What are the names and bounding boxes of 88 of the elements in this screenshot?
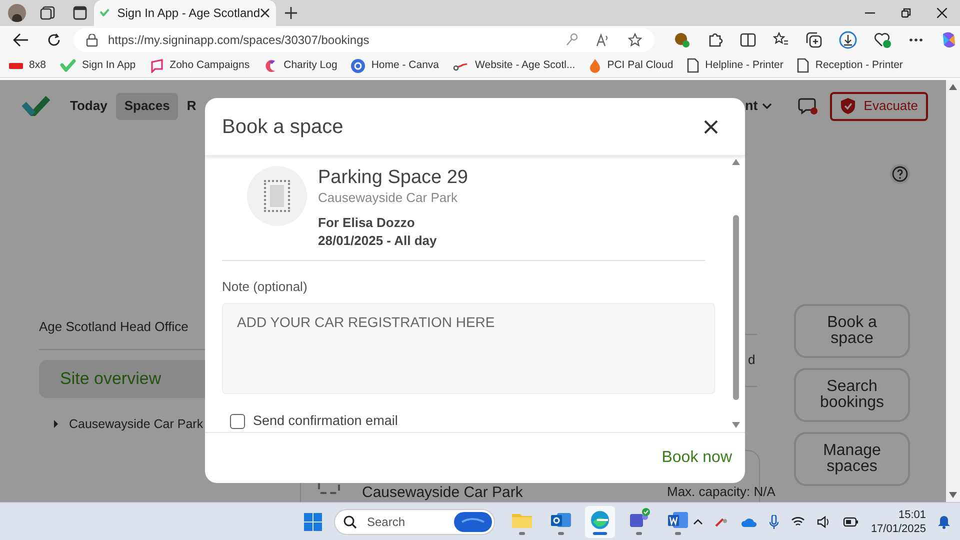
booking-date: 28/01/2025 - All day xyxy=(318,232,438,250)
scroll-down-icon[interactable] xyxy=(732,422,740,428)
flame-icon[interactable] xyxy=(589,58,602,72)
profile-avatar[interactable] xyxy=(8,4,26,22)
tray-app-icon[interactable] xyxy=(714,516,729,528)
read-aloud-icon[interactable] xyxy=(596,33,610,47)
bookmark[interactable]: Charity Log xyxy=(264,58,338,74)
book-now-button[interactable]: Book now xyxy=(662,446,732,470)
chevron-down-icon[interactable] xyxy=(762,103,772,109)
close-icon[interactable] xyxy=(260,8,270,18)
action-button[interactable]: Book a space xyxy=(794,304,910,358)
scroll-down-icon[interactable] xyxy=(949,492,957,498)
taskbar-search[interactable]: Search xyxy=(334,508,495,534)
chat-icon[interactable] xyxy=(150,58,164,72)
bookmark[interactable]: Helpline - Printer xyxy=(687,58,784,74)
dialog-title: Book a space xyxy=(222,114,344,140)
document-icon[interactable] xyxy=(797,58,810,73)
bookmark[interactable]: 8x8 xyxy=(9,58,46,74)
checkbox[interactable] xyxy=(230,414,245,428)
tab-actions-icon[interactable] xyxy=(72,5,88,21)
nav-tab[interactable]: Spaces xyxy=(116,92,178,120)
puzzle-icon[interactable] xyxy=(707,32,723,48)
key-icon[interactable] xyxy=(566,33,578,47)
card-title: Causewayside Car Park xyxy=(362,484,523,501)
chevron-up-icon[interactable] xyxy=(692,518,703,524)
circle-logo-icon[interactable] xyxy=(351,58,366,72)
space-name: Parking Space 29 xyxy=(318,166,468,190)
address-bar[interactable]: https://my.signinapp.com/spaces/30307/bookings xyxy=(74,28,654,52)
download-icon[interactable] xyxy=(839,31,857,49)
restore-icon[interactable] xyxy=(901,8,911,18)
workspaces-icon[interactable] xyxy=(40,5,56,21)
bell-icon[interactable] xyxy=(938,514,950,528)
close-icon[interactable] xyxy=(704,120,718,134)
microphone-icon[interactable] xyxy=(768,514,779,528)
confirmation-checkbox-row[interactable]: Send confirmation email xyxy=(230,413,398,429)
note-field[interactable]: ADD YOUR CAR REGISTRATION HERE xyxy=(222,303,715,394)
space-location: Causewayside Car Park xyxy=(318,190,458,206)
capacity-text: Max. capacity: N/A xyxy=(667,483,776,501)
volume-icon[interactable] xyxy=(816,516,831,528)
logo-icon[interactable] xyxy=(22,96,50,116)
tree-item[interactable]: Causewayside Car Park xyxy=(53,414,204,434)
evacuate-button[interactable]: Evacuate xyxy=(830,92,928,120)
browser-tab[interactable]: Sign In App - Age Scotland xyxy=(94,0,276,26)
action-button[interactable]: Manage spaces xyxy=(794,432,910,486)
shield-icon[interactable] xyxy=(840,97,856,115)
heart-icon[interactable] xyxy=(874,32,892,48)
search-icon[interactable] xyxy=(343,514,357,528)
extension-icon[interactable] xyxy=(674,32,690,48)
document-icon[interactable] xyxy=(687,58,700,73)
search-highlight-icon[interactable] xyxy=(454,512,492,532)
bookmark[interactable]: Website - Age Scotl... xyxy=(453,58,576,74)
bookmark[interactable]: Sign In App xyxy=(60,58,136,74)
bookmark[interactable]: Reception - Printer xyxy=(797,58,903,74)
action-button[interactable]: Search bookings xyxy=(794,368,910,422)
bookmark[interactable]: Zoho Campaigns xyxy=(150,58,250,74)
lock-icon[interactable] xyxy=(86,34,98,46)
clock[interactable]: 15:01 17/01/2025 xyxy=(870,508,926,536)
wifi-icon[interactable] xyxy=(790,516,805,527)
new-tab-icon[interactable] xyxy=(285,7,297,19)
close-icon[interactable] xyxy=(937,8,947,18)
star-icon[interactable] xyxy=(628,33,642,47)
note-label: Note (optional) xyxy=(222,279,308,295)
windows-icon[interactable] xyxy=(304,512,322,530)
partial-text: d xyxy=(748,351,756,369)
reload-icon[interactable] xyxy=(47,33,61,47)
crescent-icon[interactable] xyxy=(264,58,278,72)
battery-icon[interactable] xyxy=(842,516,859,526)
nav-tab[interactable]: Today xyxy=(62,92,116,120)
bookmark[interactable]: PCI Pal Cloud xyxy=(589,58,674,74)
more-icon[interactable] xyxy=(909,38,923,42)
collections-icon[interactable] xyxy=(806,32,822,48)
help-icon[interactable] xyxy=(890,164,910,184)
cloud-icon[interactable] xyxy=(740,516,757,526)
nav-tab[interactable]: R xyxy=(178,92,204,120)
caret-right-icon[interactable] xyxy=(53,420,59,428)
booking-person: For Elisa Dozzo xyxy=(318,214,416,232)
split-screen-icon[interactable] xyxy=(740,32,756,48)
bookmark[interactable]: Home - Canva xyxy=(351,58,440,74)
scroll-up-icon[interactable] xyxy=(732,159,740,165)
copilot-icon[interactable] xyxy=(940,31,958,49)
chat-help-icon[interactable] xyxy=(798,97,818,115)
nav-menu[interactable]: nt xyxy=(745,96,772,116)
url-text: https://my.signinapp.com/spaces/30307/bookings xyxy=(108,32,370,49)
tab-title: Sign In App - Age Scotland xyxy=(117,5,260,22)
back-icon[interactable] xyxy=(13,33,29,47)
checkmark-icon[interactable] xyxy=(60,58,76,72)
taskbar-app[interactable] xyxy=(584,506,615,538)
scroll-up-icon[interactable] xyxy=(949,84,957,90)
